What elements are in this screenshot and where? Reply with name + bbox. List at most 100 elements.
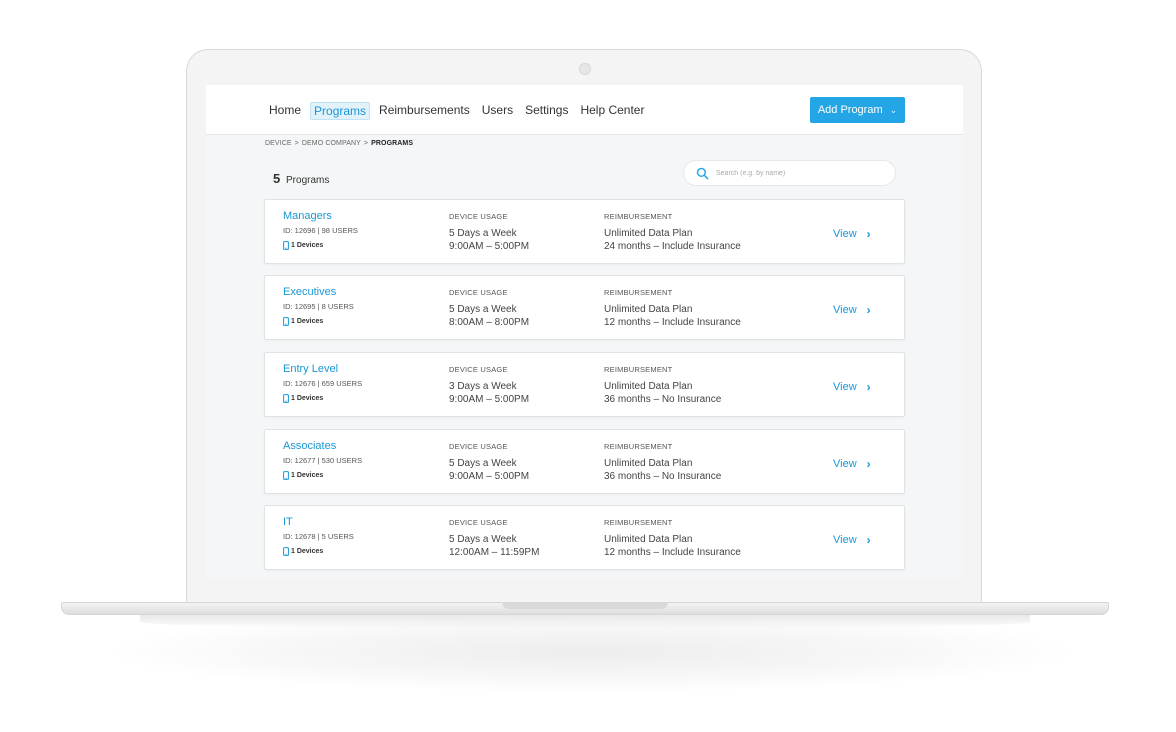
usage-days: 3 Days a Week (449, 381, 517, 392)
device-usage-label: DEVICE USAGE (449, 365, 508, 374)
breadcrumb-demo-company[interactable]: DEMO COMPANY (302, 140, 361, 147)
usage-hours: 9:00AM – 5:00PM (449, 471, 530, 482)
reimbursement-label: REIMBURSEMENT (604, 365, 673, 374)
program-card: Managers ID: 12696 | 98 USERS 1 Devices … (264, 199, 905, 264)
usage-days: 5 Days a Week (449, 228, 517, 239)
breadcrumb: DEVICE > DEMO COMPANY > PROGRAMS (265, 140, 413, 147)
reimbursement-plan: Unlimited Data Plan (604, 228, 693, 239)
app-screen: Home Programs Reimbursements Users Setti… (206, 85, 963, 578)
reimbursement-term: 12 months – Include Insurance (604, 547, 741, 558)
view-label: View (833, 304, 857, 316)
reimbursement-label: REIMBURSEMENT (604, 442, 673, 451)
program-card: IT ID: 12678 | 5 USERS 1 Devices DEVICE … (264, 505, 905, 570)
nav-item-users[interactable]: Users (479, 102, 516, 120)
phone-icon (283, 317, 289, 326)
program-meta: ID: 12676 | 659 USERS (283, 379, 363, 388)
usage-hours: 12:00AM – 11:59PM (449, 547, 540, 558)
device-usage-label: DEVICE USAGE (449, 288, 508, 297)
program-card: Associates ID: 12677 | 530 USERS 1 Devic… (264, 429, 905, 494)
search-box[interactable] (683, 160, 896, 186)
search-input[interactable] (716, 169, 866, 177)
usage-days: 5 Days a Week (449, 458, 517, 469)
view-program-link[interactable]: View › (833, 533, 871, 547)
view-program-link[interactable]: View › (833, 457, 871, 471)
view-label: View (833, 534, 857, 546)
program-devices: 1 Devices (283, 394, 323, 403)
program-devices: 1 Devices (283, 471, 323, 480)
nav-item-settings[interactable]: Settings (522, 102, 571, 120)
breadcrumb-programs: PROGRAMS (371, 140, 414, 147)
program-meta: ID: 12678 | 5 USERS (283, 532, 354, 541)
camera-icon (579, 63, 591, 75)
view-program-link[interactable]: View › (833, 227, 871, 241)
phone-icon (283, 394, 289, 403)
program-meta: ID: 12696 | 98 USERS (283, 226, 358, 235)
program-devices-label: 1 Devices (291, 318, 324, 325)
program-devices-label: 1 Devices (291, 472, 324, 479)
usage-days: 5 Days a Week (449, 534, 517, 545)
program-meta: ID: 12677 | 530 USERS (283, 456, 363, 465)
reimbursement-label: REIMBURSEMENT (604, 518, 673, 527)
program-devices-label: 1 Devices (291, 242, 324, 249)
laptop-base-underside (140, 615, 1030, 629)
program-name-link[interactable]: Entry Level (283, 363, 338, 375)
chevron-right-icon: › (866, 227, 871, 241)
phone-icon (283, 241, 289, 250)
add-program-button[interactable]: Add Program ⌄ (810, 97, 905, 123)
program-name-link[interactable]: IT (283, 516, 293, 528)
view-label: View (833, 228, 857, 240)
chevron-down-icon: ⌄ (889, 104, 898, 115)
reimbursement-term: 36 months – No Insurance (604, 394, 722, 405)
program-devices-label: 1 Devices (291, 548, 324, 555)
program-name-link[interactable]: Associates (283, 440, 336, 452)
program-devices: 1 Devices (283, 317, 323, 326)
nav-item-home[interactable]: Home (266, 102, 304, 120)
reimbursement-plan: Unlimited Data Plan (604, 304, 693, 315)
program-card: Entry Level ID: 12676 | 659 USERS 1 Devi… (264, 352, 905, 417)
chevron-right-icon: › (866, 303, 871, 317)
main-nav: Home Programs Reimbursements Users Setti… (266, 102, 647, 120)
view-program-link[interactable]: View › (833, 380, 871, 394)
breadcrumb-separator: > (363, 140, 369, 147)
programs-count-label: Programs (286, 175, 330, 186)
phone-icon (283, 547, 289, 556)
reimbursement-term: 36 months – No Insurance (604, 471, 722, 482)
top-navigation-bar: Home Programs Reimbursements Users Setti… (206, 85, 963, 135)
reimbursement-term: 12 months – Include Insurance (604, 317, 741, 328)
program-devices: 1 Devices (283, 241, 323, 250)
usage-hours: 9:00AM – 5:00PM (449, 394, 530, 405)
phone-icon (283, 471, 289, 480)
programs-count-number: 5 (273, 171, 281, 186)
reimbursement-plan: Unlimited Data Plan (604, 458, 693, 469)
device-usage-label: DEVICE USAGE (449, 518, 508, 527)
search-icon (696, 167, 709, 179)
view-label: View (833, 381, 857, 393)
program-name-link[interactable]: Managers (283, 210, 332, 222)
program-meta: ID: 12695 | 8 USERS (283, 302, 354, 311)
view-label: View (833, 458, 857, 470)
nav-item-programs[interactable]: Programs (310, 102, 371, 120)
usage-hours: 9:00AM – 5:00PM (449, 241, 530, 252)
usage-days: 5 Days a Week (449, 304, 517, 315)
breadcrumb-device[interactable]: DEVICE (265, 140, 292, 147)
breadcrumb-separator: > (294, 140, 299, 147)
program-devices-label: 1 Devices (291, 395, 324, 402)
chevron-right-icon: › (866, 457, 871, 471)
nav-item-reimbursements[interactable]: Reimbursements (376, 102, 473, 120)
program-name-link[interactable]: Executives (283, 286, 336, 298)
chevron-right-icon: › (866, 380, 871, 394)
program-devices: 1 Devices (283, 547, 323, 556)
usage-hours: 8:00AM – 8:00PM (449, 317, 530, 328)
reimbursement-plan: Unlimited Data Plan (604, 534, 693, 545)
laptop-notch (502, 602, 668, 609)
nav-item-help-center[interactable]: Help Center (577, 102, 647, 120)
reimbursement-label: REIMBURSEMENT (604, 288, 673, 297)
add-program-label: Add Program (817, 104, 883, 116)
device-usage-label: DEVICE USAGE (449, 442, 508, 451)
chevron-right-icon: › (866, 533, 871, 547)
program-card: Executives ID: 12695 | 8 USERS 1 Devices… (264, 275, 905, 340)
view-program-link[interactable]: View › (833, 303, 871, 317)
reimbursement-label: REIMBURSEMENT (604, 212, 673, 221)
reimbursement-term: 24 months – Include Insurance (604, 241, 741, 252)
device-usage-label: DEVICE USAGE (449, 212, 508, 221)
